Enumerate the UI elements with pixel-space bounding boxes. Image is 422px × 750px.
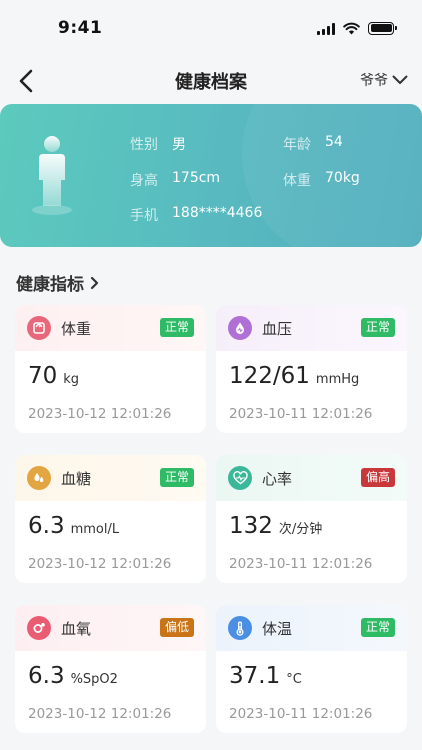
metric-unit: mmHg: [315, 372, 360, 387]
profile-card: 性别 男 年龄 54 身高 175cm 体重 70kg 手机 188****44…: [0, 104, 422, 247]
chevron-left-icon: [19, 69, 33, 93]
weight-icon: [27, 316, 51, 340]
age-value: 54: [325, 134, 343, 150]
status-icons: [317, 21, 397, 35]
metric-timestamp: 2023-10-11 12:01:26: [229, 706, 373, 722]
weight-row: 体重 70kg: [283, 170, 360, 190]
metric-value: 70: [28, 363, 58, 389]
metric-name: 血氧: [61, 619, 92, 638]
metric-value: 37.1: [229, 663, 281, 689]
weight-value: 70kg: [325, 170, 360, 186]
nav-bar: 健康档案 爷爷: [0, 58, 422, 104]
battery-icon: [368, 21, 397, 35]
metric-value: 6.3: [28, 513, 65, 539]
value-line: 6.3 mmol/L: [28, 513, 119, 539]
status-badge: 正常: [159, 468, 194, 487]
weight-label: 体重: [283, 173, 311, 189]
value-line: 132 次/分钟: [229, 513, 322, 539]
status-time: 9:41: [58, 18, 103, 38]
metric-card-blood-sugar[interactable]: 血糖 正常 6.3 mmol/L 2023-10-12 12:01:26: [15, 455, 206, 583]
metric-name: 体重: [61, 319, 92, 338]
blood-sugar-icon: [27, 466, 51, 490]
status-badge: 偏高: [360, 468, 395, 487]
metric-card-blood-pressure[interactable]: 血压 正常 122/61 mmHg 2023-10-11 12:01:26: [216, 305, 407, 433]
status-badge: 正常: [159, 318, 194, 337]
value-line: 122/61 mmHg: [229, 363, 359, 389]
card-header: 血糖 正常: [15, 455, 206, 501]
metric-timestamp: 2023-10-12 12:01:26: [28, 556, 172, 572]
metric-card-blood-oxygen[interactable]: 血氧 偏低 6.3 %SpO2 2023-10-12 12:01:26: [15, 605, 206, 733]
metric-card-heart-rate[interactable]: 心率 偏高 132 次/分钟 2023-10-11 12:01:26: [216, 455, 407, 583]
metric-unit: %SpO2: [70, 672, 118, 687]
metric-card-weight[interactable]: 体重 正常 70 kg 2023-10-12 12:01:26: [15, 305, 206, 433]
metric-unit: mmol/L: [70, 522, 120, 537]
phone-row: 手机 188****4466: [130, 205, 262, 225]
metric-unit: °C: [286, 672, 302, 687]
card-header: 血压 正常: [216, 305, 407, 351]
metric-name: 体温: [262, 619, 293, 638]
metric-unit: kg: [63, 372, 80, 387]
status-badge: 正常: [360, 318, 395, 337]
heart-rate-icon: [228, 466, 252, 490]
metric-value: 132: [229, 513, 273, 539]
member-name: 爷爷: [360, 73, 388, 89]
phone-value: 188****4466: [172, 205, 263, 221]
card-header: 心率 偏高: [216, 455, 407, 501]
section-title: 健康指标: [16, 275, 84, 295]
metric-timestamp: 2023-10-11 12:01:26: [229, 406, 373, 422]
metric-value: 6.3: [28, 663, 65, 689]
gender-row: 性别 男: [130, 134, 186, 154]
blood-pressure-icon: [228, 316, 252, 340]
gender-label: 性别: [130, 137, 158, 153]
person-icon: [32, 136, 72, 215]
phone-label: 手机: [130, 208, 158, 224]
value-line: 6.3 %SpO2: [28, 663, 118, 689]
value-line: 70 kg: [28, 363, 79, 389]
gender-value: 男: [172, 137, 186, 153]
card-header: 体温 正常: [216, 605, 407, 651]
height-row: 身高 175cm: [130, 170, 220, 190]
height-value: 175cm: [172, 170, 221, 186]
metric-name: 血压: [262, 319, 293, 338]
metric-name: 血糖: [61, 469, 92, 488]
back-button[interactable]: [12, 66, 40, 96]
metric-card-temperature[interactable]: 体温 正常 37.1 °C 2023-10-11 12:01:26: [216, 605, 407, 733]
status-badge: 正常: [360, 618, 395, 637]
age-label: 年龄: [283, 137, 311, 153]
card-header: 血氧 偏低: [15, 605, 206, 651]
thermometer-icon: [228, 616, 252, 640]
age-row: 年龄 54: [283, 134, 343, 154]
page-title: 健康档案: [175, 72, 247, 93]
metric-unit: 次/分钟: [278, 522, 323, 537]
status-badge: 偏低: [159, 618, 194, 637]
metric-timestamp: 2023-10-11 12:01:26: [229, 556, 373, 572]
signal-icon: [317, 22, 335, 35]
blood-oxygen-icon: [27, 616, 51, 640]
metric-name: 心率: [262, 469, 293, 488]
height-label: 身高: [130, 173, 158, 189]
chevron-right-icon: [90, 276, 99, 289]
member-selector[interactable]: 爷爷: [360, 70, 408, 90]
status-bar: 9:41: [0, 0, 422, 56]
metric-timestamp: 2023-10-12 12:01:26: [28, 406, 172, 422]
metric-value: 122/61: [229, 363, 310, 389]
metric-timestamp: 2023-10-12 12:01:26: [28, 706, 172, 722]
card-header: 体重 正常: [15, 305, 206, 351]
chevron-down-icon: [392, 75, 408, 84]
value-line: 37.1 °C: [229, 663, 302, 689]
health-metrics-header[interactable]: 健康指标: [16, 270, 99, 295]
wifi-icon: [343, 22, 360, 34]
